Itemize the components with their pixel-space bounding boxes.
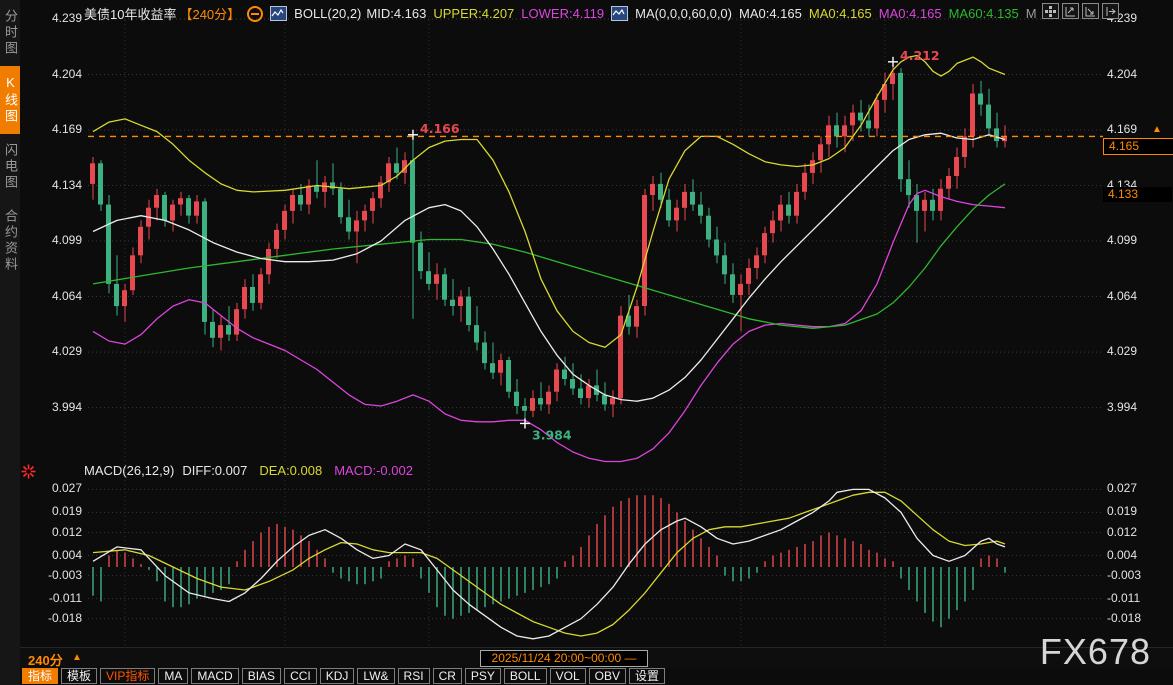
macd-diff-value: DIFF:0.007 xyxy=(182,463,247,478)
boll-upper-value: UPPER:4.207 xyxy=(433,6,514,21)
instrument-title: 美债10年收益率 xyxy=(84,4,176,23)
price-up-arrow-icon: ▲ xyxy=(1152,124,1162,135)
ma0-yellow-value: MA0:4.165 xyxy=(809,6,872,21)
ma0-magenta-value: MA0:4.165 xyxy=(879,6,942,21)
ma-indicator-icon xyxy=(611,6,628,21)
chart-toolbuttons xyxy=(1042,3,1119,19)
pan-tool-icon[interactable] xyxy=(1042,3,1059,19)
ma-suffix: M xyxy=(1026,6,1037,21)
boll_mid-line xyxy=(93,133,1005,401)
ma-label: MA(0,0,0,60,0,0) xyxy=(635,6,732,21)
macd-name: MACD(26,12,9) xyxy=(84,463,174,478)
macd-dea-value: DEA:0.008 xyxy=(259,463,322,478)
zoom-out-icon[interactable] xyxy=(1082,3,1099,19)
period-badge[interactable]: 【240分】 xyxy=(179,4,240,23)
boll-lower-value: LOWER:4.119 xyxy=(521,6,604,21)
macd-header: MACD(26,12,9) DIFF:0.007 DEA:0.008 MACD:… xyxy=(84,463,413,478)
selected-bar-range-badge: 2025/11/24 20:00~00:00 — xyxy=(480,650,648,667)
shift-right-icon[interactable] xyxy=(1102,3,1119,19)
boll_upper-line xyxy=(93,56,1005,348)
price-annotation: 4.212 xyxy=(900,48,940,63)
ma0-white-value: MA0:4.165 xyxy=(739,6,802,21)
candlestick-macd-chart[interactable]: 4.166 4.212 3.984 xyxy=(0,0,1173,685)
zoom-in-icon[interactable] xyxy=(1062,3,1079,19)
kline-app: { "header": { "title": "美债10年收益率", "peri… xyxy=(0,0,1173,685)
price-annotation: 4.166 xyxy=(420,121,460,136)
ma60-value: MA60:4.135 xyxy=(949,6,1019,21)
current-price-badge: 4.165 xyxy=(1103,138,1173,155)
dea-line xyxy=(93,492,1005,636)
watermark-logo: FX678 xyxy=(1040,631,1151,673)
chart-header: 美债10年收益率 【240分】 BOLL(20,2) MID:4.163 UPP… xyxy=(84,4,1037,23)
secondary-price-badge: 4.133 xyxy=(1103,187,1172,202)
boll-mid-value: MID:4.163 xyxy=(366,6,426,21)
price-annotation: 3.984 xyxy=(532,427,572,442)
ma60-line xyxy=(93,184,1005,328)
diff-line xyxy=(93,489,1005,638)
boll-indicator-icon xyxy=(270,6,287,21)
alert-star-icon[interactable] xyxy=(21,464,36,484)
macd-macd-value: MACD:-0.002 xyxy=(334,463,413,478)
collapse-indicator-icon[interactable] xyxy=(247,6,263,22)
boll-label: BOLL(20,2) xyxy=(294,6,361,21)
